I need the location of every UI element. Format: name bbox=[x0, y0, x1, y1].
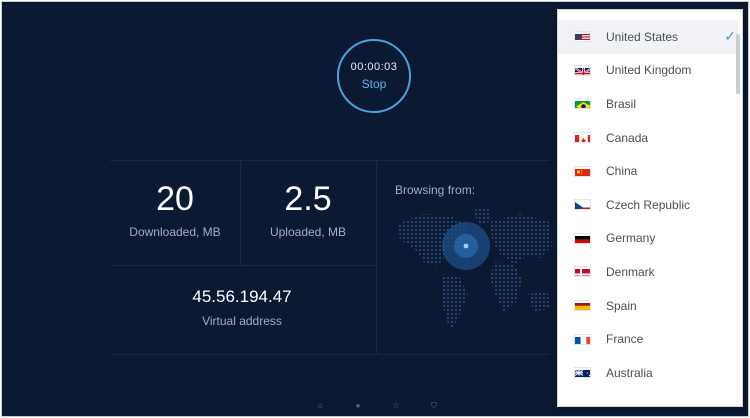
connection-timer: 00:00:03 bbox=[350, 61, 398, 73]
bottom-navigation: ⌂ ● ☆ ⛉ bbox=[307, 401, 447, 416]
country-item[interactable]: Czech Republic bbox=[558, 188, 738, 222]
panel-divider-middle bbox=[110, 265, 376, 266]
panel-divider-vertical-2 bbox=[376, 160, 377, 354]
country-name: China bbox=[606, 164, 638, 179]
country-item[interactable]: Germany bbox=[558, 222, 738, 256]
denmark-flag-icon bbox=[574, 266, 591, 278]
virtual-address-label: Virtual address bbox=[202, 314, 282, 328]
country-name: Brasil bbox=[606, 96, 637, 111]
brazil-flag-icon bbox=[574, 98, 591, 110]
country-item[interactable]: Spain bbox=[558, 289, 738, 323]
country-list: United States ✓ United Kingdom Brasil Canada… bbox=[558, 20, 738, 390]
user-icon: ● bbox=[355, 401, 361, 410]
country-item[interactable]: Brasil bbox=[558, 87, 738, 121]
nav-favorites[interactable]: ☆ bbox=[383, 401, 409, 416]
panel-divider-top bbox=[110, 160, 550, 161]
shield-icon: ⛉ bbox=[431, 401, 437, 410]
country-item[interactable]: China bbox=[558, 154, 738, 188]
country-name: Australia bbox=[606, 365, 653, 380]
country-name: United Kingdom bbox=[606, 63, 692, 78]
uploaded-value: 2.5 bbox=[284, 180, 332, 218]
stop-button[interactable]: 00:00:03 Stop bbox=[337, 39, 411, 113]
uk-flag-icon bbox=[574, 64, 591, 76]
browsing-from-label: Browsing from: bbox=[395, 183, 476, 197]
nav-home[interactable]: ⌂ bbox=[307, 401, 333, 416]
uploaded-label: Uploaded, MB bbox=[269, 225, 347, 239]
country-name: Canada bbox=[606, 130, 649, 145]
stop-label: Stop bbox=[361, 77, 387, 91]
country-name: United States bbox=[606, 29, 679, 44]
virtual-ip-address: 45.56.194.47 bbox=[192, 287, 292, 306]
home-icon: ⌂ bbox=[317, 401, 323, 410]
nav-account[interactable]: ● bbox=[345, 401, 371, 416]
downloaded-label: Downloaded, MB bbox=[129, 225, 221, 239]
china-flag-icon bbox=[574, 165, 591, 177]
country-item[interactable]: Australia bbox=[558, 356, 738, 390]
star-icon: ☆ bbox=[392, 401, 400, 410]
country-name: Denmark bbox=[606, 264, 655, 279]
downloaded-value: 20 bbox=[156, 180, 194, 218]
scrollbar-thumb[interactable] bbox=[736, 34, 740, 94]
us-flag-icon bbox=[574, 31, 591, 43]
country-item[interactable]: United Kingdom bbox=[558, 54, 738, 88]
world-map bbox=[398, 208, 552, 330]
spain-flag-icon bbox=[574, 300, 591, 312]
country-name: Czech Republic bbox=[606, 197, 691, 212]
country-item[interactable]: France bbox=[558, 322, 738, 356]
czech-flag-icon bbox=[574, 199, 591, 211]
canada-flag-icon bbox=[574, 132, 591, 144]
country-item[interactable]: United States ✓ bbox=[558, 20, 738, 54]
country-dropdown[interactable]: United States ✓ United Kingdom Brasil Canada… bbox=[557, 9, 743, 407]
country-name: Germany bbox=[606, 231, 656, 246]
france-flag-icon bbox=[574, 333, 591, 345]
panel-divider-bottom bbox=[110, 354, 550, 355]
germany-flag-icon bbox=[574, 232, 591, 244]
country-name: Spain bbox=[606, 298, 637, 313]
nav-settings[interactable]: ⛉ bbox=[421, 401, 447, 416]
country-item[interactable]: Denmark bbox=[558, 255, 738, 289]
country-name: France bbox=[606, 332, 644, 347]
vpn-app-window: 00:00:03 Stop 20 Downloaded, MB 2.5 Uplo… bbox=[1, 1, 749, 417]
country-item[interactable]: Canada bbox=[558, 121, 738, 155]
australia-flag-icon bbox=[574, 367, 591, 379]
